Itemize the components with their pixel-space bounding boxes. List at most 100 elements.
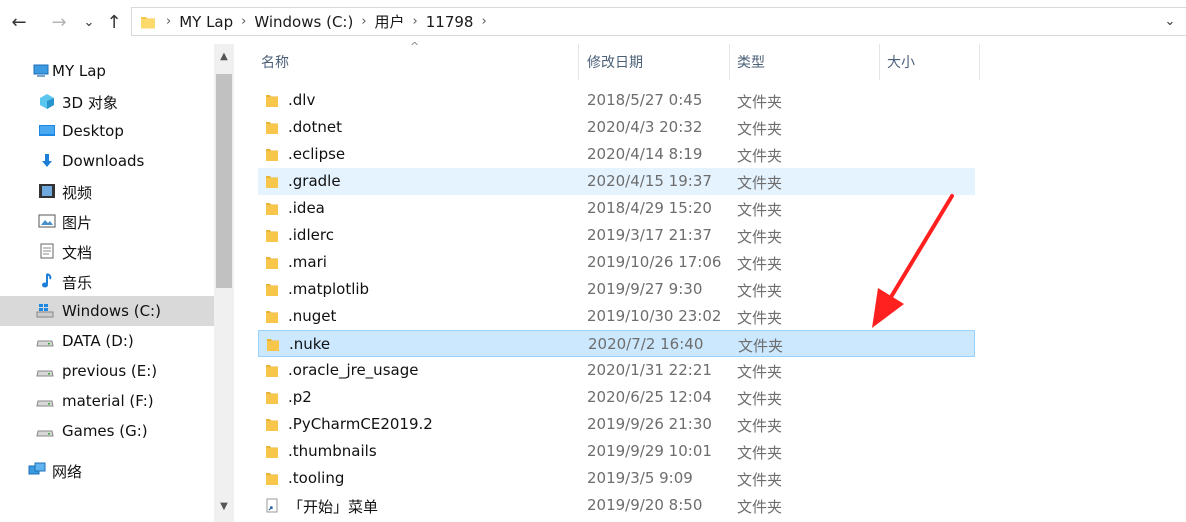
sidebar-item-data-d[interactable]: DATA (D:) (0, 326, 214, 356)
file-row[interactable]: .thumbnails 2019/9/29 10:01 文件夹 (258, 438, 975, 465)
breadcrumb-separator[interactable]: › (481, 14, 486, 29)
sidebar-item-label: previous (E:) (62, 362, 158, 380)
file-modified-date: 2019/3/17 21:37 (587, 226, 712, 244)
back-button[interactable]: ← (6, 8, 32, 36)
sidebar-item-my-lap[interactable]: MY Lap (0, 56, 214, 86)
chevron-down-icon: ⌄ (83, 14, 95, 30)
arrow-left-icon: ← (11, 11, 27, 33)
file-modified-date: 2020/4/3 20:32 (587, 118, 703, 136)
breadcrumb-separator[interactable]: › (241, 14, 246, 29)
windows-drive-icon (36, 304, 54, 318)
column-divider[interactable] (729, 44, 730, 80)
recent-locations-button[interactable]: ⌄ (78, 8, 100, 36)
sidebar-item-label: 文档 (62, 244, 93, 262)
file-modified-date: 2020/7/2 16:40 (588, 335, 704, 353)
file-modified-date: 2020/6/25 12:04 (587, 388, 712, 406)
file-name: .PyCharmCE2019.2 (288, 415, 433, 433)
column-header-label: 名称 (261, 55, 289, 71)
breadcrumb-separator[interactable]: › (166, 14, 171, 29)
column-divider[interactable] (578, 44, 579, 80)
sidebar-item-label: 音乐 (62, 274, 93, 292)
forward-button[interactable]: → (46, 8, 72, 36)
breadcrumb-windows-c[interactable]: Windows (C:) (254, 13, 353, 31)
file-name: .nuke (289, 335, 331, 353)
file-type: 文件夹 (737, 498, 783, 516)
folder-icon (266, 149, 278, 161)
file-type: 文件夹 (738, 337, 784, 355)
file-name: .p2 (288, 388, 312, 406)
sidebar-item-network[interactable]: 网络 (0, 455, 214, 485)
folder-icon (266, 203, 278, 215)
file-row[interactable]: .dotnet 2020/4/3 20:32 文件夹 (258, 114, 975, 141)
download-arrow-icon (42, 154, 52, 167)
file-modified-date: 2019/3/5 9:09 (587, 469, 693, 487)
sidebar-item-windows-c[interactable]: Windows (C:) (0, 296, 214, 326)
breadcrumb-separator[interactable]: › (413, 14, 418, 29)
drive-icon (36, 370, 54, 377)
file-row[interactable]: .dlv 2018/5/27 0:45 文件夹 (258, 87, 975, 114)
file-row[interactable]: .oracle_jre_usage 2020/1/31 22:21 文件夹 (258, 357, 975, 384)
sidebar-item-documents[interactable]: 文档 (0, 236, 214, 266)
column-header-label: 大小 (887, 55, 915, 71)
file-row[interactable]: .PyCharmCE2019.2 2019/9/26 21:30 文件夹 (258, 411, 975, 438)
address-dropdown-button[interactable]: ⌄ (1158, 9, 1182, 34)
file-row[interactable]: .eclipse 2020/4/14 8:19 文件夹 (258, 141, 975, 168)
column-divider[interactable] (979, 44, 980, 80)
sidebar-item-music[interactable]: 音乐 (0, 266, 214, 296)
file-row[interactable]: 「开始」菜单 2019/9/20 8:50 文件夹 (258, 492, 975, 519)
sidebar-item-downloads[interactable]: Downloads (0, 146, 214, 176)
scroll-down-button[interactable]: ▼ (214, 496, 234, 516)
file-name: .tooling (288, 469, 345, 487)
sidebar-item-videos[interactable]: 视频 (0, 176, 214, 206)
sidebar-item-label: Games (G:) (62, 422, 148, 440)
navigation-scrollbar[interactable]: ▲ ▼ (214, 44, 234, 522)
file-type: 文件夹 (737, 201, 783, 219)
file-modified-date: 2019/9/26 21:30 (587, 415, 712, 433)
sidebar-item-3d-objects[interactable]: 3D 对象 (0, 86, 214, 116)
sidebar-item-label: 网络 (52, 463, 83, 481)
file-name: .mari (288, 253, 327, 271)
sidebar-item-games-g[interactable]: Games (G:) (0, 416, 214, 446)
file-name: .oracle_jre_usage (288, 361, 419, 379)
breadcrumb-user-folder[interactable]: 11798 (426, 13, 474, 31)
file-modified-date: 2019/9/20 8:50 (587, 496, 703, 514)
sidebar-item-desktop[interactable]: Desktop (0, 116, 214, 146)
address-bar[interactable]: › MY Lap › Windows (C:) › 用户 › 11798 › (131, 7, 1186, 36)
column-header-type[interactable]: 类型 (737, 44, 877, 80)
breadcrumb-my-lap[interactable]: MY Lap (179, 13, 233, 31)
network-icon (28, 462, 46, 475)
file-name: .nuget (288, 307, 337, 325)
arrow-right-icon: → (51, 11, 67, 33)
sidebar-item-material-f[interactable]: material (F:) (0, 386, 214, 416)
file-modified-date: 2019/10/30 23:02 (587, 307, 722, 325)
folder-icon (266, 257, 278, 269)
file-name: .idea (288, 199, 325, 217)
column-divider[interactable] (879, 44, 880, 80)
breadcrumb-separator[interactable]: › (361, 14, 366, 29)
sidebar-item-label: 3D 对象 (62, 94, 118, 112)
scroll-thumb[interactable] (216, 74, 232, 288)
file-row[interactable]: .tooling 2019/3/5 9:09 文件夹 (258, 465, 975, 492)
column-header-size[interactable]: 大小 (887, 44, 977, 80)
chevron-up-icon: ▲ (220, 50, 228, 62)
3d-objects-icon (40, 94, 54, 109)
sidebar-item-label: Desktop (62, 122, 124, 140)
file-modified-date: 2019/9/29 10:01 (587, 442, 712, 460)
folder-icon (266, 392, 278, 404)
file-type: 文件夹 (737, 471, 783, 489)
column-header-date[interactable]: 修改日期 (587, 44, 727, 80)
file-type: 文件夹 (737, 390, 783, 408)
folder-icon (266, 419, 278, 431)
sidebar-item-previous-e[interactable]: previous (E:) (0, 356, 214, 386)
up-button[interactable]: ↑ (101, 8, 127, 36)
file-type: 文件夹 (737, 93, 783, 111)
file-type: 文件夹 (737, 147, 783, 165)
sidebar-item-pictures[interactable]: 图片 (0, 206, 214, 236)
column-header-name[interactable]: 名称 (261, 44, 577, 80)
file-row[interactable]: .p2 2020/6/25 12:04 文件夹 (258, 384, 975, 411)
scroll-up-button[interactable]: ▲ (214, 46, 234, 66)
breadcrumb-users[interactable]: 用户 (375, 11, 405, 32)
chevron-down-icon: ⌄ (1164, 14, 1176, 29)
drive-icon (36, 340, 54, 347)
video-icon (39, 184, 55, 198)
